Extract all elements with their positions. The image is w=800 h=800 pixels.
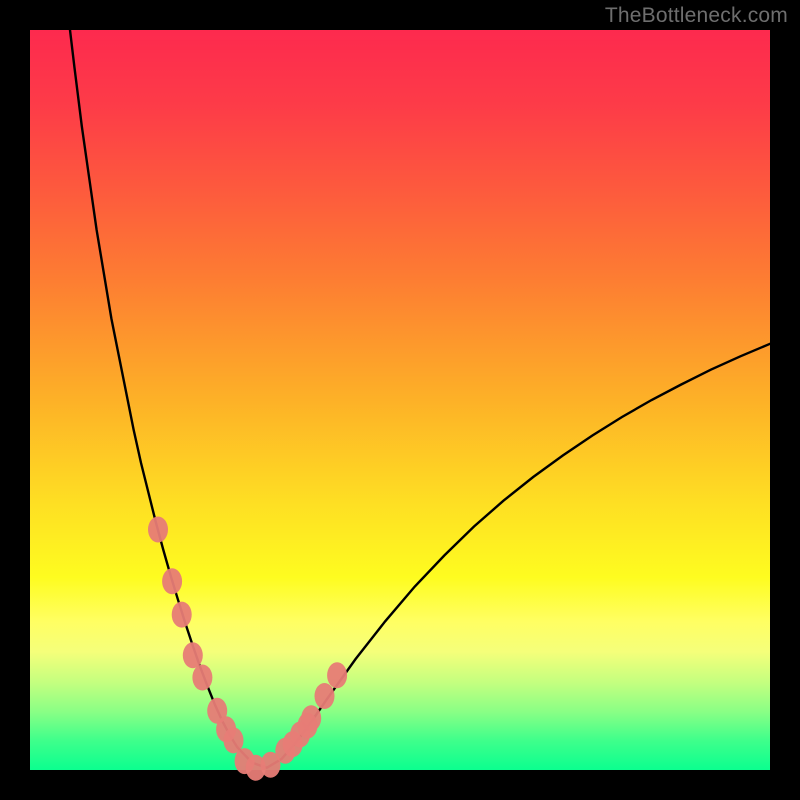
plot-area — [30, 30, 770, 770]
highlight-dot — [162, 568, 182, 594]
highlight-dot — [327, 662, 347, 688]
highlight-dot — [315, 683, 335, 709]
highlight-dot — [192, 665, 212, 691]
highlight-dots-group — [148, 517, 347, 781]
watermark-text: TheBottleneck.com — [605, 4, 788, 28]
highlight-dot — [183, 642, 203, 668]
outer-frame: TheBottleneck.com — [0, 0, 800, 800]
chart-svg — [30, 30, 770, 770]
highlight-dot — [172, 602, 192, 628]
highlight-dot — [301, 705, 321, 731]
bottleneck-curve — [70, 30, 770, 768]
highlight-dot — [148, 517, 168, 543]
